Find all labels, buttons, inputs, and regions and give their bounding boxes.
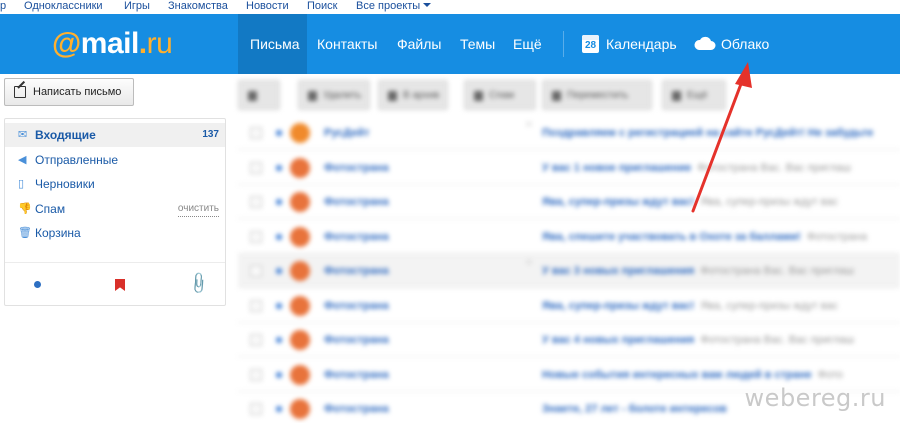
watermark: webereg.ru [744, 384, 886, 412]
annotation-arrow-icon [691, 62, 752, 213]
